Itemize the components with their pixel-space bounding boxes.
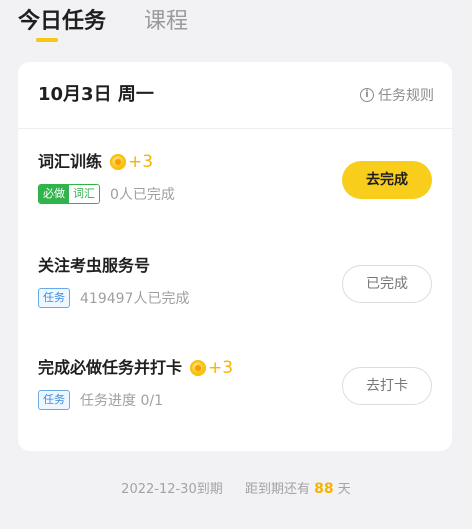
- date-title: 10月3日 周一: [38, 84, 154, 105]
- task-meta: 必做 词汇 0人已完成: [38, 184, 175, 204]
- task-title-row: 关注考虫服务号: [38, 254, 150, 278]
- task-item-checkin: 完成必做任务并打卡 +3 任务 任务进度 0/1 去打卡: [18, 356, 452, 456]
- task-title: 词汇训练: [38, 152, 103, 171]
- tab-courses[interactable]: 课程: [144, 6, 188, 38]
- coin-icon: [110, 154, 127, 170]
- card-header: 10月3日 周一 i 任务规则: [18, 62, 452, 129]
- remaining-days: 88: [314, 481, 334, 497]
- coin-icon: [190, 360, 207, 376]
- active-tab-indicator: [36, 38, 58, 42]
- badge-type: 词汇: [69, 185, 99, 203]
- task-rules-label: 任务规则: [378, 88, 434, 104]
- completed-button[interactable]: 已完成: [342, 265, 432, 303]
- task-title: 关注考虫服务号: [38, 256, 151, 275]
- task-badge-group: 必做 词汇: [38, 184, 100, 204]
- task-item-vocab: 词汇训练 +3 必做 词汇 0人已完成 去完成: [18, 150, 452, 250]
- expiry-footer: 2022-12-30到期 距到期还有 88 天: [0, 478, 472, 497]
- task-status: 任务进度 0/1: [80, 393, 163, 409]
- task-card: 10月3日 周一 i 任务规则 词汇训练 +3 必做 词汇 0人已完成 去完成 …: [18, 62, 452, 451]
- tab-today-tasks-label: 今日任务: [18, 9, 107, 34]
- task-rules-link[interactable]: i 任务规则: [360, 85, 434, 105]
- task-status: 0人已完成: [110, 187, 175, 203]
- task-title: 完成必做任务并打卡: [38, 358, 183, 377]
- reward-points: +3: [208, 358, 234, 378]
- task-title-row: 词汇训练 +3: [38, 150, 153, 174]
- remaining-suffix: 天: [337, 482, 351, 497]
- badge-type: 任务: [38, 390, 70, 410]
- task-meta: 任务 419497人已完成: [38, 288, 189, 308]
- task-meta: 任务 任务进度 0/1: [38, 390, 163, 410]
- reward: +3: [190, 356, 233, 380]
- tab-today-tasks[interactable]: 今日任务: [18, 6, 106, 38]
- remaining-prefix: 距到期还有: [245, 482, 311, 497]
- check-in-button[interactable]: 去打卡: [342, 367, 432, 405]
- reward: +3: [110, 150, 153, 174]
- badge-required: 必做: [39, 185, 69, 203]
- badge-type: 任务: [38, 288, 70, 308]
- task-status: 419497人已完成: [80, 291, 190, 307]
- tab-courses-label: 课程: [144, 9, 189, 34]
- info-icon: i: [360, 88, 374, 102]
- expire-date: 2022-12-30到期: [121, 482, 223, 497]
- reward-points: +3: [128, 152, 154, 172]
- go-complete-button[interactable]: 去完成: [342, 161, 432, 199]
- task-item-follow: 关注考虫服务号 任务 419497人已完成 已完成: [18, 254, 452, 354]
- task-title-row: 完成必做任务并打卡 +3: [38, 356, 233, 380]
- page: 今日任务 课程 10月3日 周一 i 任务规则 词汇训练 +3 必做 词汇 0人…: [0, 0, 472, 529]
- tab-bar: 今日任务 课程: [18, 6, 188, 38]
